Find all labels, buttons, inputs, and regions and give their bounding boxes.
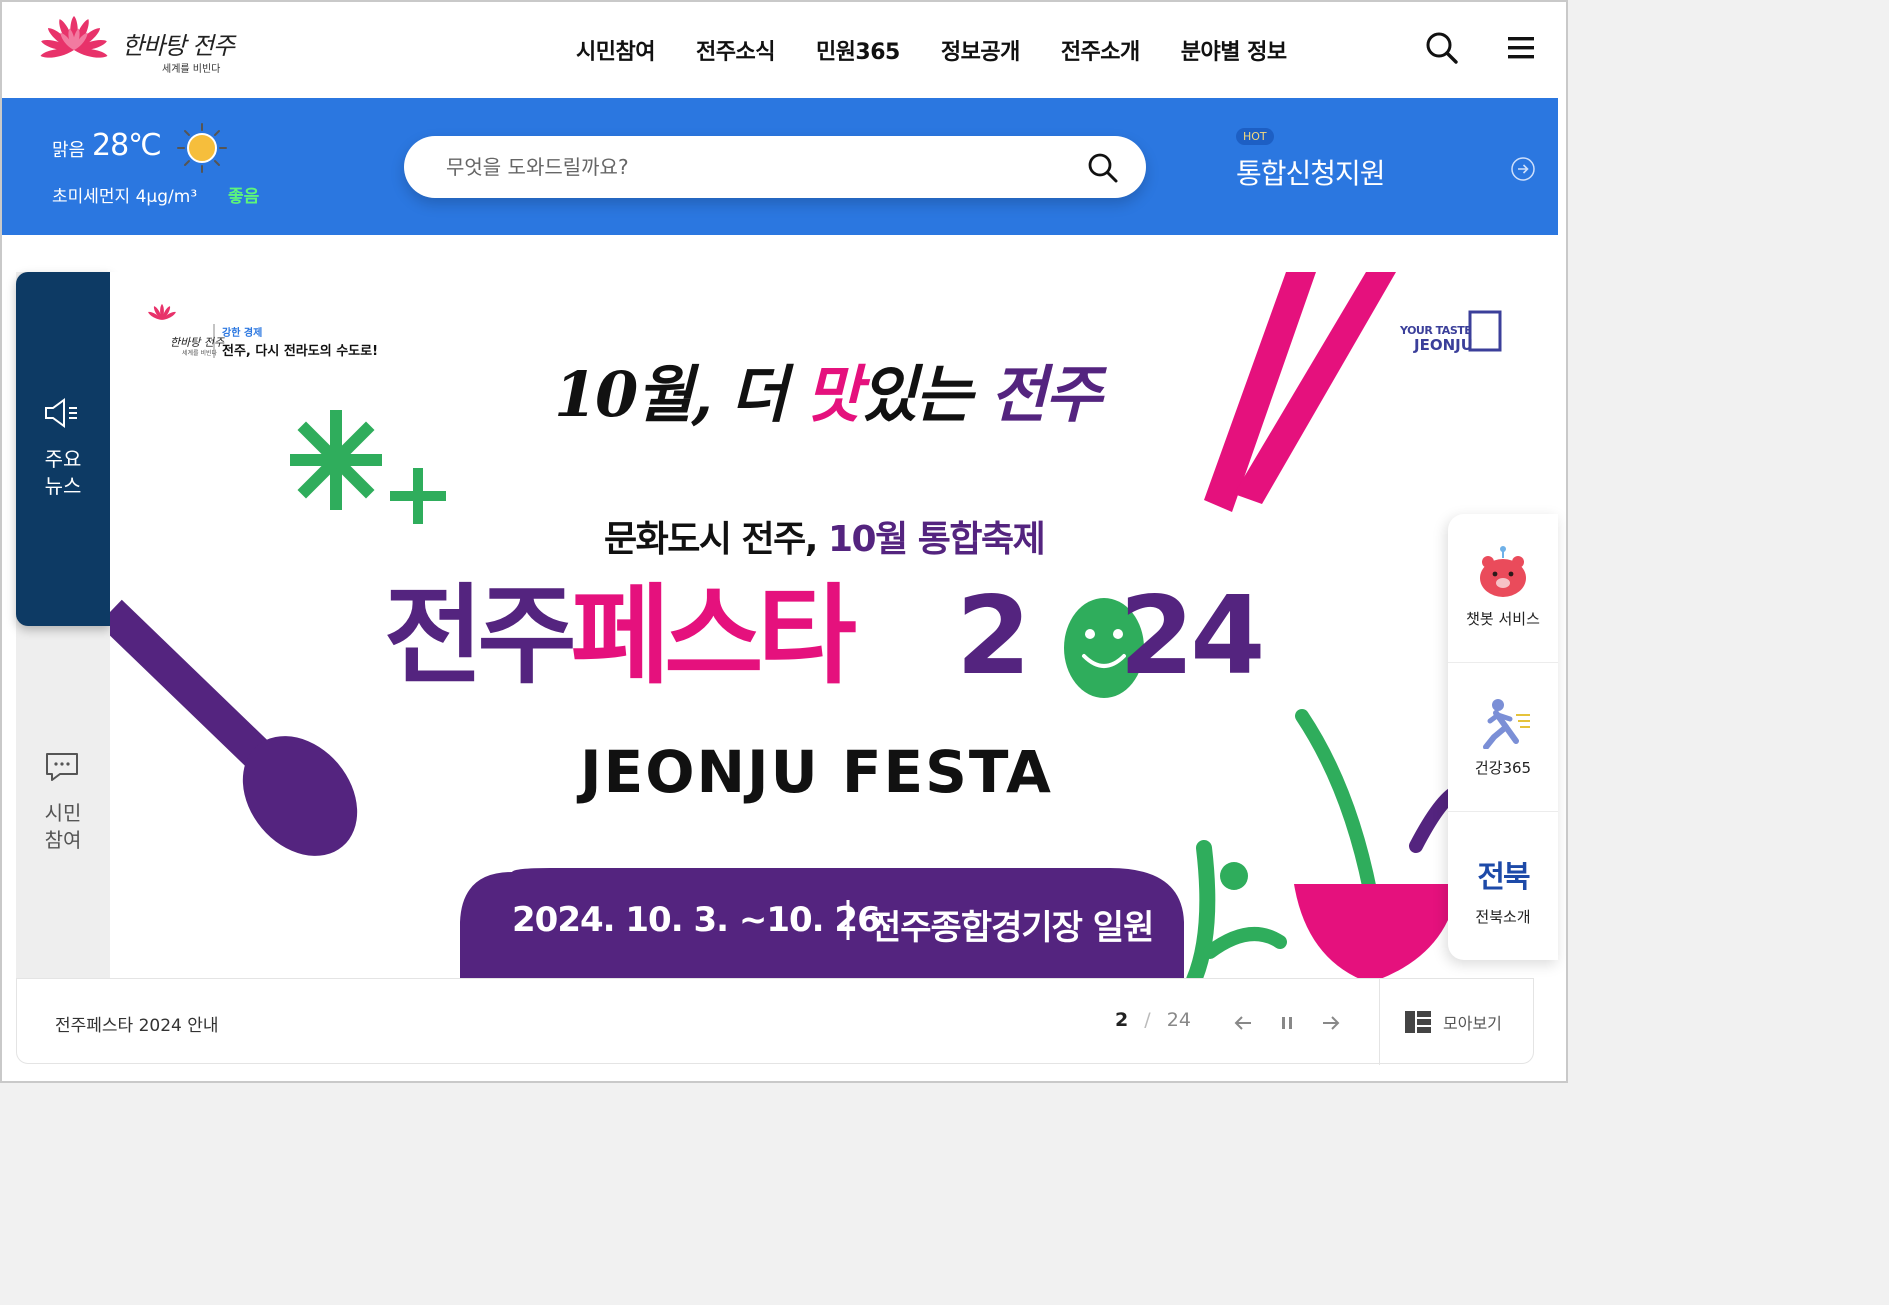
flower-logo-icon — [40, 16, 108, 58]
running-person-icon — [1483, 699, 1530, 749]
main-search — [404, 136, 1146, 198]
grid-view-icon[interactable] — [1405, 1011, 1431, 1033]
arrow-left-icon[interactable] — [1231, 1011, 1255, 1035]
poster-headline: 10월, 더 맛있는 전주 — [554, 358, 1102, 431]
quick-item-label: 챗봇 서비스 — [1466, 610, 1540, 628]
hot-badge: HOT — [1236, 128, 1274, 145]
poster-venue: 전주종합경기장 일원 — [870, 908, 1154, 948]
poster-title-year: 2 24 — [956, 574, 1265, 699]
poster-subtitle: 문화도시 전주, 10월 통합축제 — [604, 519, 1046, 560]
banner-slide[interactable]: 한바탕 전주 세계를 비빈다 강한 경제 전주, 다시 전라도의 수도로! YO… — [110, 272, 1558, 980]
poster-slogan-small: 강한 경제 — [222, 328, 263, 339]
jeonbuk-logo: 전북 — [1477, 860, 1530, 895]
weather-temperature: 28℃ — [92, 128, 162, 163]
menu-icon[interactable] — [1502, 28, 1542, 68]
page-frame: 한바탕 전주 세계를 비빈다 시민참여 전주소식 민원365 정보공개 전주소개… — [0, 0, 1568, 1083]
site-header: 한바탕 전주 세계를 비빈다 시민참여 전주소식 민원365 정보공개 전주소개… — [2, 2, 1566, 98]
pause-icon[interactable] — [1275, 1011, 1299, 1035]
poster-english-title: JEONJU FESTA — [580, 738, 1053, 806]
site-logo[interactable]: 한바탕 전주 세계를 비빈다 — [30, 12, 250, 86]
quick-menu: 챗봇 서비스 건강365 전북 전북소개 — [1448, 514, 1558, 960]
quick-item-health[interactable]: 건강365 — [1448, 663, 1558, 811]
nav-item-civil[interactable]: 민원365 — [816, 34, 900, 66]
logo-text: 한바탕 전주 — [122, 32, 235, 60]
sun-icon — [177, 123, 227, 173]
quick-item-chatbot[interactable]: 챗봇 서비스 — [1448, 514, 1558, 662]
nav-item-field[interactable]: 분야별 정보 — [1181, 34, 1287, 66]
view-all-button[interactable]: 모아보기 — [1443, 1010, 1502, 1034]
nav-item-about[interactable]: 전주소개 — [1061, 34, 1140, 66]
left-nav-label: 시민 참여 — [44, 801, 82, 852]
nav-item-citizen[interactable]: 시민참여 — [576, 34, 655, 66]
quick-item-jeonbuk[interactable]: 전북 전북소개 — [1448, 812, 1558, 960]
poster-title: 전주페스타 — [384, 574, 857, 699]
weather-condition: 맑음 — [52, 140, 86, 161]
slide-caption[interactable]: 전주페스타 2024 안내 — [55, 1011, 219, 1036]
search-input[interactable] — [446, 150, 1046, 184]
slide-controls: 전주페스타 2024 안내 2 / 24 모아보기 — [16, 978, 1534, 1065]
fine-dust-status: 좋음 — [228, 187, 260, 207]
slide-separator: / — [1144, 1009, 1151, 1031]
main-nav: 시민참여 전주소식 민원365 정보공개 전주소개 분야별 정보 — [576, 34, 1328, 66]
quick-item-label: 건강365 — [1474, 759, 1532, 777]
logo-subtext: 세계를 비빈다 — [162, 64, 221, 75]
controls-divider — [1379, 979, 1380, 1065]
chat-icon — [46, 753, 78, 781]
nav-item-info[interactable]: 정보공개 — [941, 34, 1020, 66]
left-nav-item-main-news[interactable]: 주요 뉴스 — [16, 272, 110, 626]
info-bar: 맑음 28℃ 초미세먼지 4μg/m³ 좋음 HOT 통합신청지원 — [2, 98, 1558, 235]
left-nav-item-citizen[interactable]: 시민 참여 — [16, 742, 110, 862]
poster-slogan: 전주, 다시 전라도의 수도로! — [222, 344, 379, 359]
quick-item-label: 전북소개 — [1475, 908, 1531, 926]
hot-link-title[interactable]: 통합신청지원 — [1236, 152, 1386, 192]
nav-item-news[interactable]: 전주소식 — [696, 34, 775, 66]
left-nav-label: 주요 뉴스 — [44, 447, 82, 498]
arrow-right-icon[interactable] — [1319, 1011, 1343, 1035]
poster-dates: 2024. 10. 3. ~10. 26. — [512, 900, 893, 940]
fine-dust-label: 초미세먼지 4μg/m³ — [52, 187, 198, 207]
megaphone-icon — [45, 398, 77, 428]
brand-bottom: JEONJU — [1414, 336, 1473, 354]
slide-current: 2 — [1115, 1009, 1129, 1031]
search-button-icon[interactable] — [1086, 151, 1120, 185]
chatbot-icon — [1480, 546, 1526, 597]
slide-pager: 2 / 24 — [1115, 1009, 1191, 1031]
arrow-right-circle-icon[interactable] — [1510, 156, 1536, 182]
poster-logo-subtext: 세계를 비빈다 — [182, 350, 218, 357]
search-icon[interactable] — [1422, 28, 1462, 68]
slide-total: 24 — [1166, 1009, 1191, 1031]
